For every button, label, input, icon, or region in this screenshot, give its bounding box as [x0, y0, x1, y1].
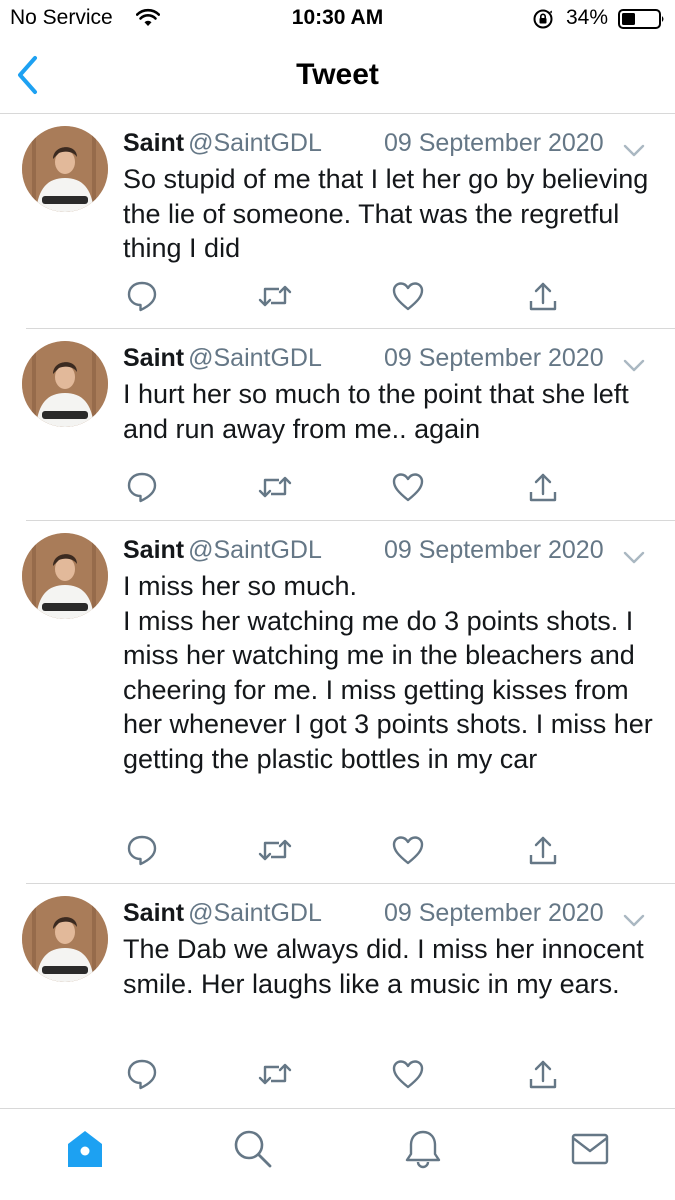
- tweet-header: Saint @SaintGDL 09 September 2020: [123, 533, 653, 567]
- nav-bar: Tweet: [0, 38, 675, 114]
- tweet-date: 09 September 2020: [384, 344, 604, 372]
- tweet[interactable]: Saint @SaintGDL 09 September 2020 I miss …: [0, 521, 675, 884]
- author-handle[interactable]: @SaintGDL: [188, 129, 322, 157]
- like-button[interactable]: [388, 469, 428, 505]
- mail-icon: [571, 1133, 609, 1165]
- heart-icon: [392, 1060, 424, 1089]
- avatar[interactable]: [22, 126, 108, 212]
- like-button[interactable]: [388, 278, 428, 314]
- tweet-header: Saint @SaintGDL 09 September 2020: [123, 126, 653, 160]
- tweet[interactable]: Saint @SaintGDL 09 September 2020 The Dab…: [0, 884, 675, 1108]
- tweet-date: 09 September 2020: [384, 129, 604, 157]
- author-name[interactable]: Saint: [123, 536, 184, 564]
- reply-button[interactable]: [122, 278, 162, 314]
- retweet-button[interactable]: [255, 1056, 295, 1092]
- reply-button[interactable]: [122, 832, 162, 868]
- battery-icon: [618, 8, 666, 35]
- retweet-button[interactable]: [255, 832, 295, 868]
- reply-button[interactable]: [122, 1056, 162, 1092]
- heart-icon: [392, 282, 424, 311]
- author-name[interactable]: Saint: [123, 344, 184, 372]
- avatar[interactable]: [22, 896, 108, 982]
- reply-icon: [127, 1059, 157, 1090]
- like-button[interactable]: [388, 1056, 428, 1092]
- share-button[interactable]: [523, 1056, 563, 1092]
- tweet-header: Saint @SaintGDL 09 September 2020: [123, 896, 653, 930]
- status-bar: No Service 10:30 AM 34%: [0, 0, 675, 38]
- tab-messages[interactable]: [566, 1125, 614, 1173]
- tweet[interactable]: Saint @SaintGDL 09 September 2020 So stup…: [0, 114, 675, 329]
- tweet-text: So stupid of me that I let her go by bel…: [123, 164, 656, 263]
- retweet-icon: [258, 1063, 292, 1085]
- tweet-actions: [0, 832, 675, 868]
- tab-notifications[interactable]: [399, 1125, 447, 1173]
- bell-icon: [405, 1130, 441, 1169]
- tab-bar: [0, 1108, 675, 1200]
- like-button[interactable]: [388, 832, 428, 868]
- tweet[interactable]: Saint @SaintGDL 09 September 2020 I hurt …: [0, 329, 675, 521]
- author-name[interactable]: Saint: [123, 899, 184, 927]
- tweet-actions: [0, 469, 675, 505]
- retweet-icon: [258, 476, 292, 498]
- reply-icon: [127, 281, 157, 312]
- tweet-text: I hurt her so much to the point that she…: [123, 379, 637, 444]
- author-name[interactable]: Saint: [123, 129, 184, 157]
- retweet-icon: [258, 839, 292, 861]
- share-button[interactable]: [523, 469, 563, 505]
- rotation-lock-icon: [532, 8, 554, 35]
- tweet-screen: No Service 10:30 AM 34% Tweet Saint @Sai…: [0, 0, 675, 1200]
- tweet-header: Saint @SaintGDL 09 September 2020: [123, 341, 653, 375]
- tweet-text: I miss her so much. I miss her watching …: [123, 571, 653, 774]
- share-icon: [529, 836, 557, 865]
- tab-search[interactable]: [229, 1125, 277, 1173]
- share-icon: [529, 1060, 557, 1089]
- retweet-button[interactable]: [255, 469, 295, 505]
- share-button[interactable]: [523, 832, 563, 868]
- heart-icon: [392, 473, 424, 502]
- tweet-thread: Saint @SaintGDL 09 September 2020 So stup…: [0, 114, 675, 1108]
- author-handle[interactable]: @SaintGDL: [188, 899, 322, 927]
- tweet-actions: [0, 1056, 675, 1092]
- retweet-icon: [258, 285, 292, 307]
- reply-icon: [127, 835, 157, 866]
- tweet-date: 09 September 2020: [384, 899, 604, 927]
- search-icon: [234, 1130, 272, 1168]
- home-icon: [68, 1131, 102, 1167]
- author-handle[interactable]: @SaintGDL: [188, 344, 322, 372]
- tweet-date: 09 September 2020: [384, 536, 604, 564]
- battery-percent: 34%: [566, 6, 609, 29]
- share-icon: [529, 282, 557, 311]
- page-title: Tweet: [296, 58, 379, 91]
- share-icon: [529, 473, 557, 502]
- avatar[interactable]: [22, 341, 108, 427]
- tweet-text: The Dab we always did. I miss her innoce…: [123, 934, 652, 999]
- tweet-actions: [0, 278, 675, 314]
- avatar[interactable]: [22, 533, 108, 619]
- retweet-button[interactable]: [255, 278, 295, 314]
- share-button[interactable]: [523, 278, 563, 314]
- reply-button[interactable]: [122, 469, 162, 505]
- heart-icon: [392, 836, 424, 865]
- reply-icon: [127, 472, 157, 503]
- author-handle[interactable]: @SaintGDL: [188, 536, 322, 564]
- tab-home[interactable]: [61, 1125, 109, 1173]
